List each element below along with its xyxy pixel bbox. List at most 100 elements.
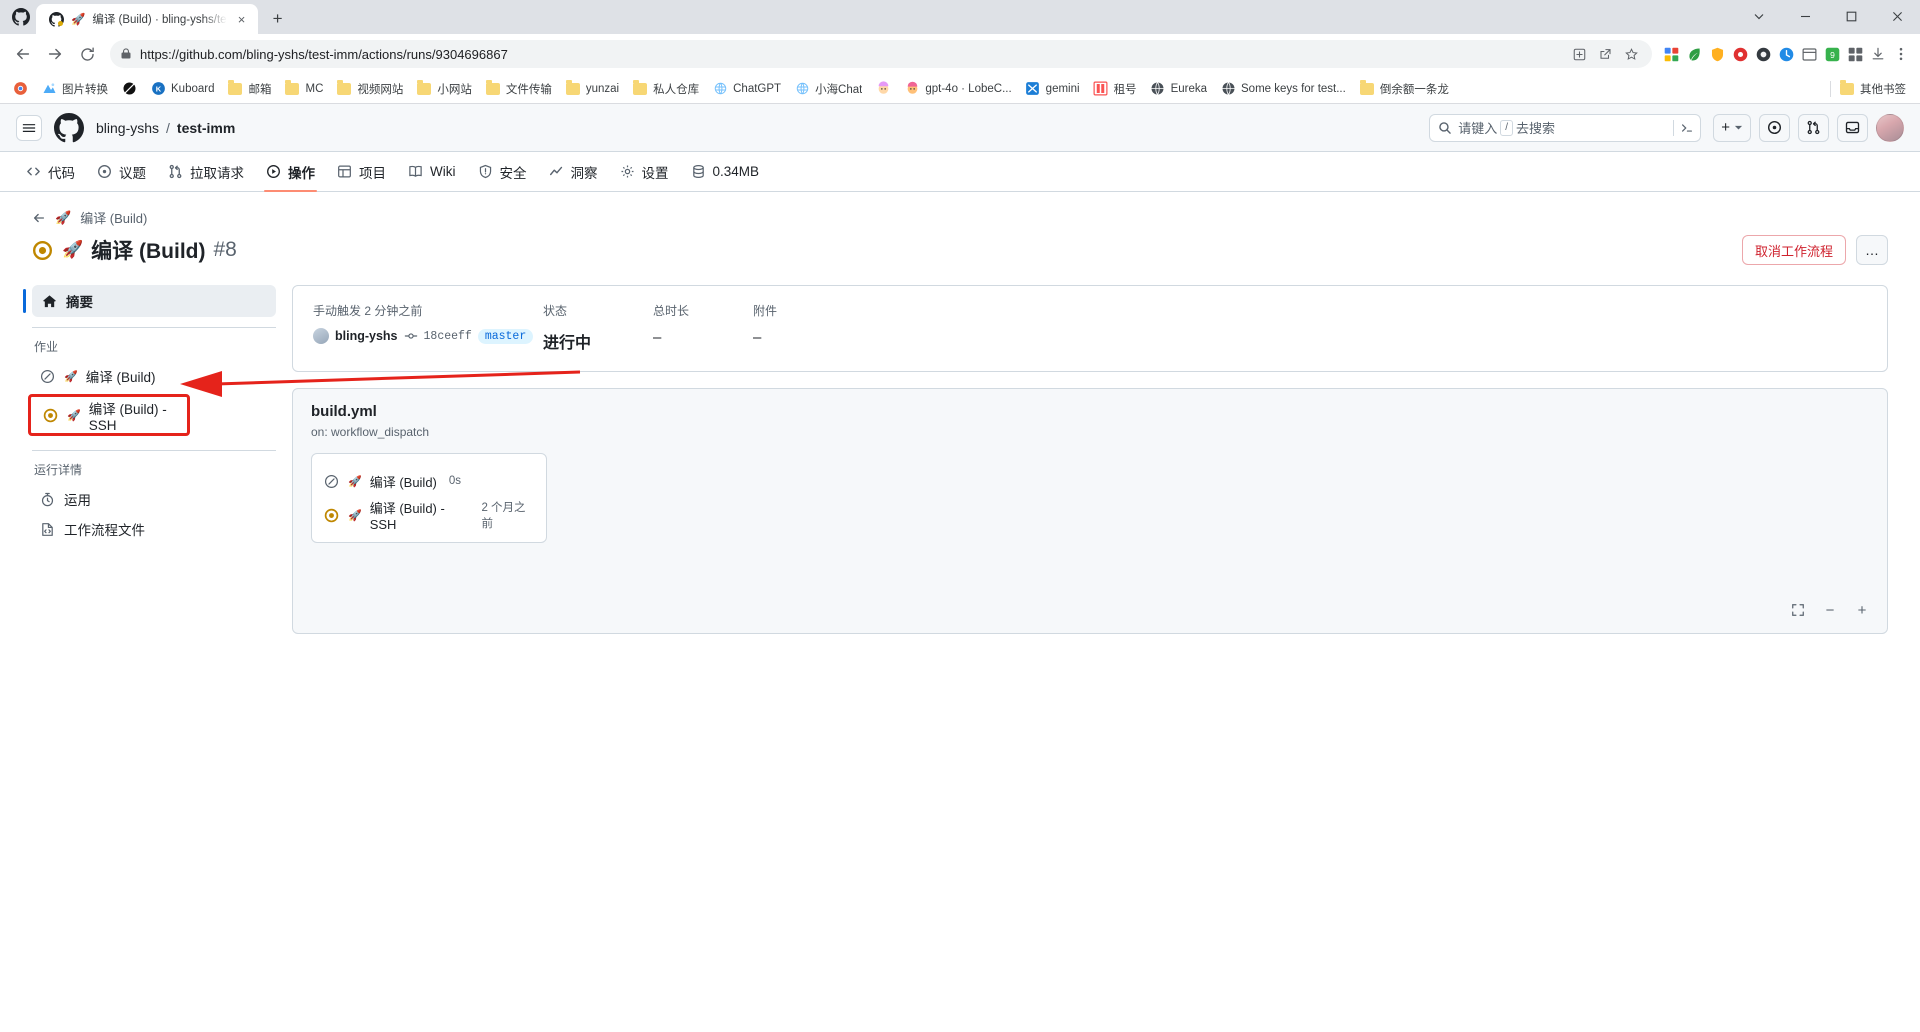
nav-tab-pull-requests[interactable]: 拉取请求 [158, 152, 254, 191]
inbox-button[interactable] [1837, 113, 1868, 142]
graph-jobs-box: 🚀 编译 (Build) 0s 🚀 编译 (Build) - SSH 2 个月之… [311, 453, 547, 543]
sidebar-job-build-ssh[interactable]: 🚀 编译 (Build) - SSH [35, 400, 183, 433]
nav-tab-code[interactable]: 代码 [16, 152, 85, 191]
bookmark-item[interactable]: 视频网站 [330, 78, 409, 100]
bookmark-item[interactable] [6, 78, 34, 100]
actor-name[interactable]: bling-yshs [335, 329, 398, 343]
chevron-down-icon [1734, 125, 1743, 130]
sidebar-item-usage[interactable]: 运用 [32, 484, 276, 514]
bookmark-item[interactable]: 文件传输 [479, 78, 558, 100]
extension-red-icon[interactable] [1729, 43, 1751, 65]
bookmark-item[interactable]: 小海Chat [788, 78, 868, 100]
in-progress-icon [43, 408, 59, 423]
bookmark-item[interactable]: 倒余额一条龙 [1353, 78, 1455, 100]
artifacts-column: 附件 – [753, 302, 873, 353]
extensions-puzzle-icon[interactable] [1844, 43, 1866, 65]
terminal-icon[interactable] [1680, 121, 1694, 135]
rocket-icon: 🚀 [71, 14, 86, 26]
extension-leaf-icon[interactable] [1683, 43, 1705, 65]
nav-tab-projects[interactable]: 项目 [327, 152, 396, 191]
breadcrumb-separator: / [166, 119, 170, 136]
bookmark-item[interactable]: 图片转换 [35, 78, 114, 100]
bookmark-item[interactable]: 小网站 [410, 78, 478, 100]
share-icon[interactable] [1594, 43, 1616, 65]
maximize-icon[interactable] [1828, 0, 1874, 32]
bookmark-label: ChatGPT [733, 82, 782, 95]
bookmark-item[interactable]: Some keys for test... [1214, 78, 1352, 100]
bookmark-item[interactable]: 邮箱 [221, 78, 277, 100]
nav-tab-storage[interactable]: 0.34MB [681, 152, 770, 191]
commit-sha[interactable]: 18ceeff [424, 330, 472, 343]
graph-job-build-ssh[interactable]: 🚀 编译 (Build) - SSH 2 个月之前 [312, 498, 546, 532]
cancel-workflow-button[interactable]: 取消工作流程 [1741, 235, 1846, 265]
bookmark-star-icon[interactable] [1620, 43, 1642, 65]
hamburger-icon[interactable] [16, 114, 42, 141]
extension-shield-icon[interactable] [1706, 43, 1728, 65]
kuboard-icon: K [150, 81, 166, 97]
forward-icon[interactable] [40, 39, 70, 69]
zoom-out-button[interactable]: − [1819, 599, 1841, 621]
nav-tab-actions[interactable]: 操作 [256, 152, 325, 192]
sidebar-job-build[interactable]: 🚀 编译 (Build) [32, 361, 276, 391]
rocket-icon: 🚀 [55, 209, 72, 225]
duration-label: 总时长 [653, 304, 690, 318]
skipped-icon [324, 474, 340, 489]
sidebar-detail-label: 运用 [64, 493, 91, 508]
branch-badge[interactable]: master [477, 328, 534, 344]
gear-icon [620, 164, 635, 179]
nav-tab-settings[interactable]: 设置 [610, 152, 679, 191]
fullscreen-icon[interactable] [1787, 599, 1809, 621]
more-options-button[interactable]: … [1856, 235, 1888, 265]
bookmark-item[interactable]: K Kuboard [144, 78, 220, 100]
bookmark-item[interactable]: gemini [1019, 78, 1086, 100]
browser-menu-icon[interactable] [1890, 43, 1912, 65]
pull-requests-button[interactable] [1798, 113, 1829, 142]
github-mark-icon[interactable] [54, 112, 84, 143]
nav-tab-insights[interactable]: 洞察 [539, 152, 608, 191]
breadcrumb-owner[interactable]: bling-yshs [96, 120, 159, 136]
bookmark-item[interactable]: 私人仓库 [626, 78, 705, 100]
back-icon[interactable] [8, 39, 38, 69]
install-icon[interactable] [1568, 43, 1590, 65]
close-icon[interactable]: × [234, 11, 250, 27]
avatar[interactable] [1876, 113, 1904, 142]
bookmark-item[interactable]: yunzai [559, 78, 625, 100]
bookmark-item[interactable]: gpt-4o · LobeC... [898, 78, 1017, 100]
extension-dark-icon[interactable] [1752, 43, 1774, 65]
emoji-face-icon [875, 81, 891, 97]
nav-tab-issues[interactable]: 议题 [87, 152, 156, 191]
bookmark-item[interactable]: Eureka [1144, 78, 1213, 100]
extension-green-badge-icon[interactable]: 9 [1821, 43, 1843, 65]
downloads-icon[interactable] [1867, 43, 1889, 65]
extension-window-icon[interactable] [1798, 43, 1820, 65]
folder-icon [416, 80, 432, 97]
new-tab-button[interactable]: + [264, 5, 292, 33]
extension-blue-icon[interactable] [1775, 43, 1797, 65]
sidebar-item-summary[interactable]: 摘要 [23, 285, 276, 317]
bookmark-item[interactable] [869, 78, 897, 100]
breadcrumb-repo[interactable]: test-imm [177, 120, 235, 136]
search-suffix: 去搜索 [1516, 121, 1556, 136]
extension-colorful-icon[interactable] [1660, 43, 1682, 65]
bookmark-item[interactable] [115, 78, 143, 100]
sidebar-item-workflow-file[interactable]: 工作流程文件 [32, 514, 276, 544]
address-bar[interactable]: https://github.com/bling-yshs/test-imm/a… [110, 40, 1652, 68]
create-new-button[interactable]: + [1713, 113, 1751, 142]
workflow-back-link[interactable]: 🚀 编译 (Build) [32, 208, 1888, 227]
close-window-icon[interactable] [1874, 0, 1920, 32]
chrome-icon [12, 81, 28, 97]
bookmark-item[interactable]: ChatGPT [706, 78, 787, 100]
issues-button[interactable] [1759, 113, 1790, 142]
reload-icon[interactable] [72, 39, 102, 69]
other-bookmarks[interactable]: 其他书签 [1830, 78, 1912, 100]
search-input[interactable]: 请键入 / 去搜索 [1429, 113, 1702, 142]
bookmark-item[interactable]: MC [278, 78, 329, 100]
nav-tab-security[interactable]: 安全 [468, 152, 537, 191]
window-chevron-icon[interactable] [1736, 0, 1782, 32]
bookmark-item[interactable]: 租号 [1087, 78, 1143, 100]
graph-job-build[interactable]: 🚀 编译 (Build) 0s [312, 464, 546, 498]
minimize-icon[interactable] [1782, 0, 1828, 32]
zoom-in-button[interactable]: + [1851, 599, 1873, 621]
browser-tab[interactable]: 🚀 编译 (Build) · bling-yshs/te × [36, 4, 258, 34]
nav-tab-wiki[interactable]: Wiki [398, 152, 466, 191]
